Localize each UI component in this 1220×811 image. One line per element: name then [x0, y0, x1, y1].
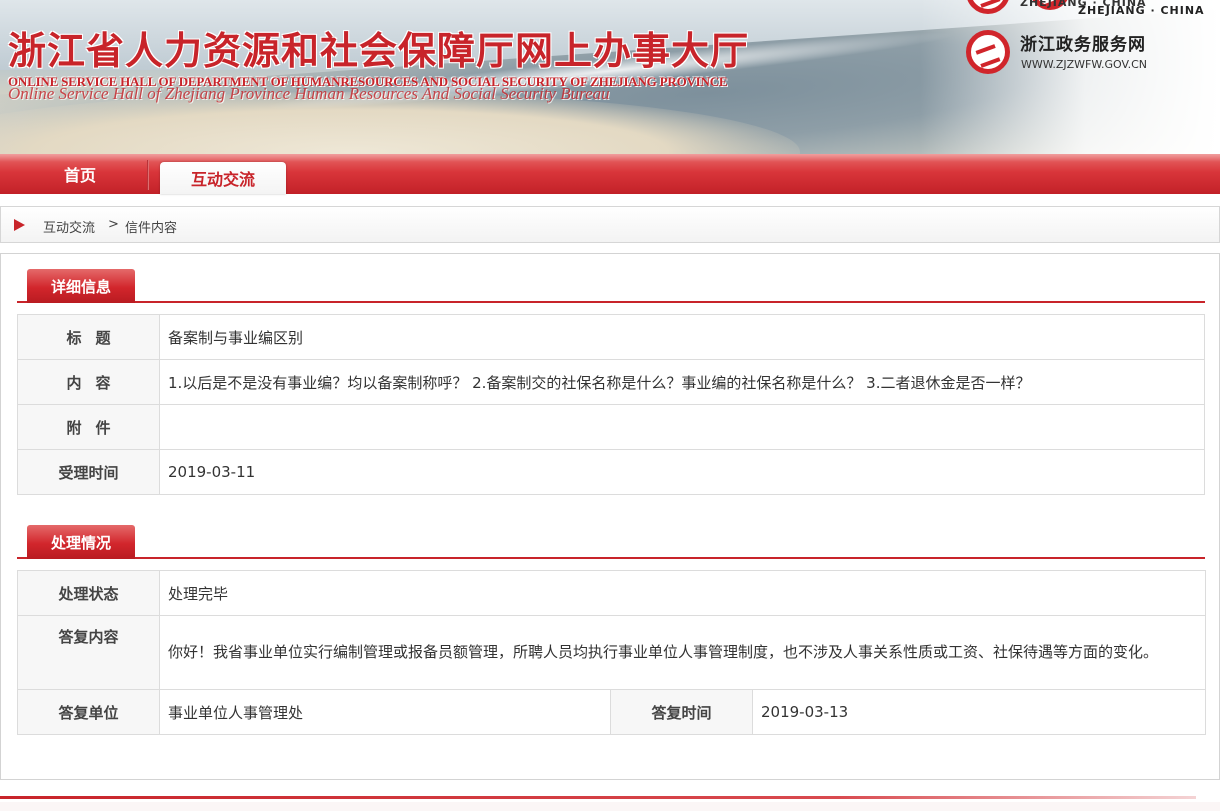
- breadcrumb-item-interaction[interactable]: 互动交流: [43, 217, 95, 236]
- footer-divider: [0, 796, 1196, 799]
- nav-divider: [147, 160, 149, 190]
- details-section-title: 详细信息: [27, 269, 135, 303]
- table-row: 处理状态 处理完毕: [17, 570, 1206, 616]
- table-row: 标题 备案制与事业编区别: [17, 314, 1205, 360]
- nav-item-home[interactable]: 首页: [0, 154, 160, 194]
- reply-time-value: 2019-03-13: [752, 689, 1206, 735]
- main-nav: 首页 互动交流: [0, 154, 1220, 194]
- processing-section-header: 处理情况: [17, 525, 1205, 559]
- attachment-label: 附件: [17, 404, 160, 450]
- processing-section-title: 处理情况: [27, 525, 135, 559]
- gov-portal-logo-icon[interactable]: [966, 30, 1010, 74]
- header-banner: Online Service Hall of Zhejiang Province…: [0, 0, 1220, 154]
- banner-glow: [920, 0, 1220, 154]
- reply-unit-value: 事业单位人事管理处: [159, 689, 611, 735]
- table-row: 答复单位 事业单位人事管理处 答复时间 2019-03-13: [17, 689, 1206, 735]
- title-label: 标题: [17, 314, 160, 360]
- status-value: 处理完毕: [159, 570, 1206, 616]
- status-label: 处理状态: [17, 570, 160, 616]
- details-section-header: 详细信息: [17, 269, 1205, 303]
- breadcrumb-arrow-icon: [14, 219, 25, 231]
- details-table: 标题 备案制与事业编区别 内容 1.以后是不是没有事业编？均以备案制称呼？ 2.…: [17, 314, 1205, 495]
- reply-time-label: 答复时间: [610, 689, 753, 735]
- site-title: 浙江省人力资源和社会保障厅网上办事大厅: [8, 28, 750, 73]
- breadcrumb: 互动交流 > 信件内容: [0, 206, 1220, 243]
- breadcrumb-separator: >: [108, 217, 119, 232]
- table-row: 内容 1.以后是不是没有事业编？均以备案制称呼？ 2.备案制交的社保名称是什么？…: [17, 359, 1205, 405]
- table-row: 附件: [17, 404, 1205, 450]
- table-row: 受理时间 2019-03-11: [17, 449, 1205, 495]
- processing-table: 处理状态 处理完毕 答复内容 你好！我省事业单位实行编制管理或报备员额管理，所聘…: [17, 570, 1206, 735]
- site-subtitle: ONLINE SERVICE HALL OF DEPARTMENT OF HUM…: [8, 74, 728, 89]
- title-value: 备案制与事业编区别: [159, 314, 1205, 360]
- breadcrumb-item-letter: 信件内容: [125, 221, 178, 236]
- nav-item-interaction[interactable]: 互动交流: [160, 162, 286, 194]
- reply-content-value: 你好！我省事业单位实行编制管理或报备员额管理，所聘人员均执行事业单位人事管理制度…: [159, 615, 1206, 690]
- gov-portal-url[interactable]: WWW.ZJZWFW.GOV.CN: [1021, 58, 1147, 71]
- content-panel: 详细信息 标题 备案制与事业编区别 内容 1.以后是不是没有事业编？均以备案制称…: [0, 253, 1220, 780]
- reply-unit-label: 答复单位: [17, 689, 160, 735]
- accept-time-value: 2019-03-11: [159, 449, 1205, 495]
- table-row: 答复内容 你好！我省事业单位实行编制管理或报备员额管理，所聘人员均执行事业单位人…: [17, 615, 1206, 690]
- accept-time-label: 受理时间: [17, 449, 160, 495]
- footer-band: [0, 802, 1220, 811]
- brand-tag-overlay: ZHEJIANG · CHINA: [1078, 4, 1205, 17]
- content-value: 1.以后是不是没有事业编？均以备案制称呼？ 2.备案制交的社保名称是什么？事业编…: [159, 359, 1205, 405]
- attachment-value: [159, 404, 1205, 450]
- nav-highlight: [0, 154, 1220, 162]
- content-label: 内容: [17, 359, 160, 405]
- reply-content-label: 答复内容: [17, 615, 160, 690]
- gov-portal-name[interactable]: 浙江政务服务网: [1020, 30, 1146, 55]
